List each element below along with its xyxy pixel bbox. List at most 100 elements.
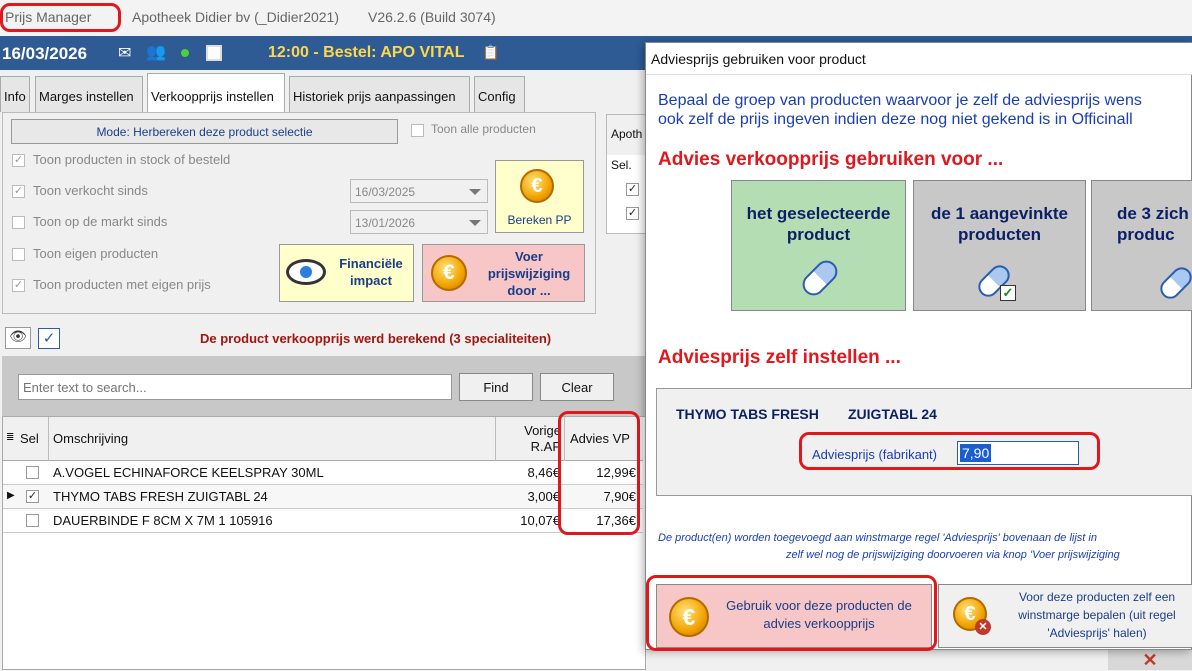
own-products-checkbox[interactable] bbox=[12, 248, 25, 261]
sold-label: Toon verkocht sinds bbox=[33, 183, 148, 198]
execute-price-change-button[interactable]: € Voer prijswijziging door ... bbox=[422, 244, 585, 302]
table-row[interactable]: DAUERBINDE F 8CM X 7M 1 105916 10,07€ 17… bbox=[3, 509, 643, 533]
remove-icon: ✕ bbox=[975, 619, 991, 635]
stock-checkbox[interactable]: ✓ bbox=[12, 154, 25, 167]
header-sel[interactable]: Sel bbox=[20, 431, 39, 446]
sold-checkbox[interactable]: ✓ bbox=[12, 185, 25, 198]
own-margin-label: Voor deze producten zelf een winstmarge … bbox=[1018, 590, 1176, 640]
market-date-combo[interactable]: 13/01/2026 bbox=[350, 210, 488, 234]
users-icon[interactable]: 👥 bbox=[146, 42, 166, 62]
dialog-intro-line1: Bepaal de groep van producten waarvoor j… bbox=[658, 92, 1142, 109]
panel-icon[interactable] bbox=[206, 45, 222, 61]
euro-edit-icon: € bbox=[431, 255, 467, 291]
dialog-intro: Bepaal de groep van producten waarvoor j… bbox=[658, 91, 1192, 129]
tab-info[interactable]: Info bbox=[0, 76, 30, 112]
view-eye-icon[interactable]: 👁 bbox=[5, 327, 31, 349]
right-panel-header: Apoth bbox=[607, 115, 647, 155]
select-all-checkbox[interactable]: ✓ bbox=[38, 328, 60, 349]
own-price-label: Toon producten met eigen prijs bbox=[33, 277, 211, 292]
own-margin-button[interactable]: € ✕ Voor deze producten zelf een winstma… bbox=[938, 584, 1192, 648]
row-checkbox[interactable] bbox=[26, 466, 39, 479]
order-info[interactable]: 12:00 - Bestel: APO VITAL bbox=[268, 44, 465, 62]
dropdown-arrow-icon bbox=[469, 220, 481, 226]
window-titlebar: Prijs Manager Apotheek Didier bv (_Didie… bbox=[0, 0, 1192, 36]
table-header: ≣ Sel Omschrijving Vorige R.AP Advies VP bbox=[3, 417, 643, 461]
dialog-intro-line2: ook zelf de prijs ingeven indien deze no… bbox=[658, 111, 1133, 128]
market-label: Toon op de markt sinds bbox=[33, 214, 168, 229]
dropdown-arrow-icon bbox=[469, 189, 481, 195]
row-description: DAUERBINDE F 8CM X 7M 1 105916 bbox=[53, 513, 273, 528]
option-checked-products[interactable]: de 1 aangevinkte producten ✓ bbox=[913, 180, 1086, 311]
table-row[interactable]: ▶ ✓ THYMO TABS FRESH ZUIGTABL 24 3,00€ 7… bbox=[3, 485, 643, 509]
highlight-use-advies bbox=[646, 575, 937, 651]
bereken-pp-button[interactable]: € Bereken PP bbox=[495, 160, 584, 233]
status-message: De product verkoopprijs werd berekend (3… bbox=[200, 331, 552, 346]
highlight-app-name bbox=[0, 3, 121, 32]
tab-config[interactable]: Config bbox=[474, 76, 525, 112]
column-chooser-icon[interactable]: ≣ bbox=[6, 432, 14, 443]
tab-historiek[interactable]: Historiek prijs aanpassingen bbox=[289, 76, 470, 112]
checkmark-icon: ✓ bbox=[1000, 285, 1016, 301]
sold-date-combo[interactable]: 16/03/2025 bbox=[350, 179, 488, 203]
find-button[interactable]: Find bbox=[459, 373, 533, 401]
option-selected-product[interactable]: het geselecteerde product bbox=[731, 180, 906, 311]
tab-verkoopprijs[interactable]: Verkoopprijs instellen bbox=[147, 73, 285, 113]
header-vorige[interactable]: Vorige R.AP bbox=[509, 423, 561, 455]
advies-dialog: Adviesprijs gebruiken voor product Bepaa… bbox=[645, 42, 1192, 651]
sold-date-value: 16/03/2025 bbox=[355, 185, 416, 199]
status-dot-icon bbox=[181, 49, 189, 57]
right-panel: Apoth Sel. ✓ ✓ bbox=[606, 114, 647, 234]
row-prev-price: 8,46€ bbox=[527, 465, 560, 480]
row-checkbox[interactable]: ✓ bbox=[26, 490, 39, 503]
row-description: A.VOGEL ECHINAFORCE KEELSPRAY 30ML bbox=[53, 465, 324, 480]
dialog-note-line1: De product(en) worden toegevoegd aan win… bbox=[658, 532, 1097, 544]
clipboard-icon[interactable]: 📋 bbox=[482, 44, 499, 61]
clear-button[interactable]: Clear bbox=[540, 373, 614, 401]
row-checkbox[interactable] bbox=[26, 514, 39, 527]
table-row[interactable]: A.VOGEL ECHINAFORCE KEELSPRAY 30ML 8,46€… bbox=[3, 461, 643, 485]
own-price-checkbox[interactable]: ✓ bbox=[12, 279, 25, 292]
market-date-value: 13/01/2026 bbox=[355, 216, 416, 230]
stock-label: Toon producten in stock of besteld bbox=[33, 152, 231, 167]
dialog-note-line2: zelf wel nog de prijswijziging doorvoere… bbox=[786, 549, 1120, 561]
euro-calc-icon: € bbox=[520, 169, 554, 203]
search-input[interactable] bbox=[18, 374, 452, 400]
right-row-checkbox[interactable]: ✓ bbox=[626, 183, 639, 196]
option-visible-products-label: de 3 zich produc bbox=[1117, 204, 1189, 244]
row-description: THYMO TABS FRESH ZUIGTABL 24 bbox=[53, 489, 268, 504]
right-row-checkbox[interactable]: ✓ bbox=[626, 207, 639, 220]
market-checkbox[interactable] bbox=[12, 216, 25, 229]
mail-icon[interactable]: ✉ bbox=[118, 43, 131, 63]
option-checked-products-label: de 1 aangevinkte producten bbox=[930, 204, 1068, 244]
bg-close-icon: ✕ bbox=[1108, 650, 1192, 670]
pill-grid-icon bbox=[1156, 263, 1192, 303]
option-selected-product-label: het geselecteerde product bbox=[746, 204, 891, 244]
current-row-arrow-icon: ▶ bbox=[7, 490, 15, 501]
pharmacy-name: Apotheek Didier bv (_Didier2021) bbox=[132, 9, 339, 25]
financial-impact-label: Financiële impact bbox=[339, 256, 403, 288]
header-omschrijving[interactable]: Omschrijving bbox=[53, 431, 128, 446]
dialog-note: De product(en) worden toegevoegd aan win… bbox=[658, 530, 1192, 564]
right-panel-sel: Sel. bbox=[611, 158, 632, 172]
execute-price-change-label: Voer prijswijziging door ... bbox=[487, 249, 571, 298]
pill-icon bbox=[798, 256, 842, 300]
heading-use-advies: Advies verkoopprijs gebruiken voor ... bbox=[658, 149, 1004, 170]
current-date: 16/03/2026 bbox=[2, 44, 88, 63]
dialog-title: Adviesprijs gebruiken voor product bbox=[646, 43, 1192, 75]
row-prev-price: 3,00€ bbox=[527, 489, 560, 504]
highlight-advies-column bbox=[558, 411, 640, 535]
tab-marges[interactable]: Marges instellen bbox=[35, 76, 143, 112]
own-products-label: Toon eigen producten bbox=[33, 246, 159, 261]
show-all-checkbox[interactable] bbox=[411, 124, 424, 137]
mode-button[interactable]: Mode: Herbereken deze product selectie bbox=[11, 119, 398, 144]
bereken-pp-label: Bereken PP bbox=[507, 213, 572, 227]
eye-icon bbox=[286, 259, 326, 285]
row-prev-price: 10,07€ bbox=[520, 513, 560, 528]
option-visible-products[interactable]: de 3 zich produc bbox=[1091, 180, 1192, 311]
product-form: ZUIGTABL 24 bbox=[848, 406, 937, 422]
heading-set-advies: Adviesprijs zelf instellen ... bbox=[658, 347, 901, 368]
show-all-label: Toon alle producten bbox=[431, 122, 536, 136]
financial-impact-button[interactable]: Financiële impact bbox=[279, 244, 414, 302]
app-version: V26.2.6 (Build 3074) bbox=[368, 9, 496, 25]
product-name: THYMO TABS FRESH bbox=[676, 406, 819, 422]
